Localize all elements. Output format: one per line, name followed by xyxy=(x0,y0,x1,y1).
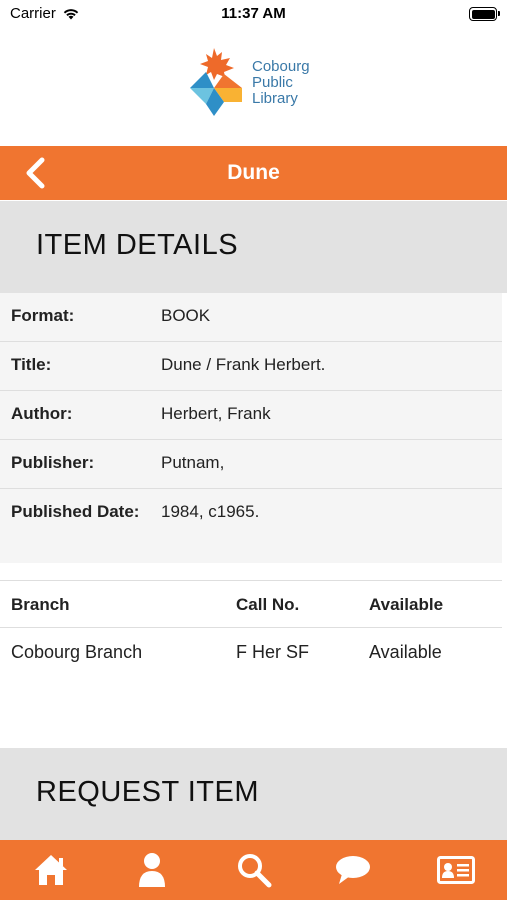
detail-value: Dune / Frank Herbert. xyxy=(161,355,326,374)
cell-call-no: F Her SF xyxy=(236,642,310,662)
branch-availability-table: Branch Call No. Available Cobourg Branch… xyxy=(0,580,502,676)
logo-line-1: Cobourg xyxy=(252,58,310,75)
library-logo: Cobourg Public Library xyxy=(184,44,334,122)
request-item-header[interactable]: REQUEST ITEM xyxy=(0,748,507,840)
status-time: 11:37 AM xyxy=(221,5,286,22)
detail-row-title: Title: Dune / Frank Herbert. xyxy=(0,342,502,391)
column-header-branch: Branch xyxy=(11,595,70,614)
detail-label: Title: xyxy=(11,355,52,374)
table-row: Cobourg Branch F Her SF Available xyxy=(0,628,502,676)
cell-branch: Cobourg Branch xyxy=(11,642,143,662)
item-details-header: ITEM DETAILS xyxy=(0,201,507,293)
item-details-list: Format: BOOK Title: Dune / Frank Herbert… xyxy=(0,293,502,563)
tab-home[interactable] xyxy=(31,850,71,890)
item-details-heading: ITEM DETAILS xyxy=(36,229,239,261)
logo-line-3: Library xyxy=(252,90,298,107)
page-title: Dune xyxy=(227,161,280,184)
nav-bar: Dune xyxy=(0,146,507,200)
tab-search[interactable] xyxy=(234,850,274,890)
detail-row-published-date: Published Date: 1984, c1965. xyxy=(0,489,502,563)
detail-row-format: Format: BOOK xyxy=(0,293,502,342)
tab-library-card[interactable] xyxy=(436,850,476,890)
chat-icon xyxy=(336,856,370,884)
detail-label: Format: xyxy=(11,306,75,325)
tab-bar xyxy=(0,840,507,900)
detail-value: 1984, c1965. xyxy=(161,502,260,521)
home-icon xyxy=(35,855,67,885)
detail-value: Herbert, Frank xyxy=(161,404,271,423)
search-icon xyxy=(238,854,272,888)
tab-account[interactable] xyxy=(132,850,172,890)
detail-label: Publisher: xyxy=(11,453,95,472)
column-header-call-no: Call No. xyxy=(236,595,300,614)
detail-label: Published Date: xyxy=(11,502,140,521)
detail-row-author: Author: Herbert, Frank xyxy=(0,391,502,440)
table-header-row: Branch Call No. Available xyxy=(0,580,502,628)
logo-mark-icon xyxy=(190,48,242,116)
cell-available: Available xyxy=(369,642,442,662)
detail-row-publisher: Publisher: Putnam, xyxy=(0,440,502,489)
id-card-icon xyxy=(437,856,475,884)
column-header-available: Available xyxy=(369,595,444,614)
detail-label: Author: xyxy=(11,404,73,423)
logo-text: Cobourg Public Library xyxy=(252,59,310,107)
detail-value: BOOK xyxy=(161,306,211,325)
status-bar: Carrier 11:37 AM xyxy=(0,0,507,30)
detail-value: Putnam, xyxy=(161,453,225,472)
tab-chat[interactable] xyxy=(333,850,373,890)
request-item-heading: REQUEST ITEM xyxy=(36,776,259,808)
battery-icon xyxy=(469,7,500,21)
logo-line-2: Public xyxy=(252,74,293,91)
user-icon xyxy=(139,853,165,887)
